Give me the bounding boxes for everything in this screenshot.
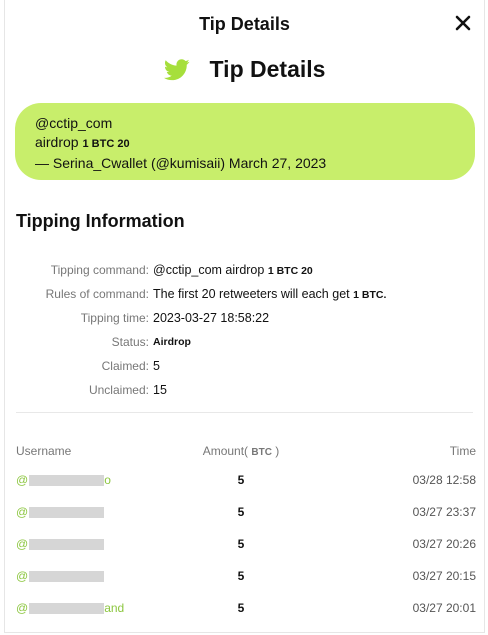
- status-badge: Airdrop: [153, 336, 191, 348]
- table-header: Username Amount( BTC ) Time: [16, 438, 476, 464]
- time-value: 03/27 23:37: [412, 505, 476, 519]
- table-row: @ and 5 03/27 20:01: [16, 592, 476, 624]
- twitter-bird-icon: [163, 58, 190, 80]
- info-row-claimed: Claimed: 5: [5, 354, 484, 378]
- tweet-line-attribution: — Serina_Cwallet (@kumisaii) March 27, 2…: [35, 155, 327, 171]
- username-link[interactable]: @: [16, 505, 166, 519]
- section-title: Tipping Information: [16, 211, 185, 231]
- header-time: Time: [449, 444, 476, 458]
- info-label: Unclaimed:: [88, 383, 149, 397]
- tweet-line-mention: @cctip_com: [35, 115, 113, 131]
- table-row: @ o 5 03/28 12:58: [16, 464, 476, 496]
- info-label: Tipping time:: [80, 311, 149, 325]
- info-value: 5: [153, 359, 160, 373]
- info-value: 2023-03-27 18:58:22: [153, 311, 270, 325]
- info-row-unclaimed: Unclaimed: 15: [5, 378, 484, 402]
- redacted-username: [29, 603, 105, 615]
- close-button[interactable]: [452, 12, 474, 34]
- tweet-quote: @cctip_com airdrop 1 BTC 20 — Serina_Cwa…: [15, 103, 475, 180]
- info-value: 15: [153, 383, 167, 397]
- headline-text: Tip Details: [209, 56, 326, 82]
- header-username: Username: [16, 444, 72, 458]
- username-link[interactable]: @: [16, 537, 166, 551]
- table-row: @ 5 03/27 20:26: [16, 528, 476, 560]
- time-value: 03/27 20:26: [412, 537, 476, 551]
- redacted-username: [29, 507, 105, 519]
- info-value: The first 20 retweeters will each get 1 …: [153, 287, 387, 301]
- amount-value: 5: [237, 601, 245, 615]
- tweet-line-command: airdrop 1 BTC 20: [35, 133, 455, 154]
- divider: [16, 412, 473, 413]
- amount-value: 5: [237, 505, 245, 519]
- info-value: @cctip_com airdrop 1 BTC 20: [153, 263, 313, 277]
- table-row: @ 5 03/27 20:15: [16, 560, 476, 592]
- table-row: @ 5 03/27 23:37: [16, 496, 476, 528]
- amount-value: 5: [237, 537, 245, 551]
- info-label: Tipping command:: [50, 263, 149, 277]
- tweet-command-prefix: airdrop: [35, 134, 79, 150]
- tweet-command-amount: 1 BTC 20: [82, 138, 130, 150]
- username-link[interactable]: @: [16, 569, 166, 583]
- redacted-username: [29, 571, 105, 583]
- info-label: Status:: [111, 335, 149, 349]
- time-value: 03/27 20:01: [412, 601, 476, 615]
- headline: Tip Details: [5, 56, 484, 83]
- redacted-username: [29, 475, 105, 487]
- username-link[interactable]: @ and: [16, 601, 166, 615]
- tip-details-modal: Tip Details Tip Details @cctip_com airdr…: [4, 0, 485, 633]
- redacted-username: [29, 539, 105, 551]
- info-label: Rules of command:: [45, 287, 149, 301]
- amount-value: 5: [237, 569, 245, 583]
- info-row-status: Status: Airdrop: [5, 330, 484, 354]
- time-value: 03/28 12:58: [412, 473, 476, 487]
- info-label: Claimed:: [101, 359, 149, 373]
- header-amount: Amount( BTC ): [202, 444, 280, 458]
- info-row-rules: Rules of command: The first 20 retweeter…: [5, 282, 484, 306]
- username-link[interactable]: @ o: [16, 473, 166, 487]
- info-row-command: Tipping command: @cctip_com airdrop 1 BT…: [5, 258, 484, 282]
- time-value: 03/27 20:15: [412, 569, 476, 583]
- amount-value: 5: [237, 473, 245, 487]
- claims-table: Username Amount( BTC ) Time @ o 5 03/28 1…: [16, 438, 476, 624]
- modal-title: Tip Details: [199, 14, 290, 34]
- tipping-info-list: Tipping command: @cctip_com airdrop 1 BT…: [5, 258, 484, 402]
- info-row-time: Tipping time: 2023-03-27 18:58:22: [5, 306, 484, 330]
- close-icon: [455, 15, 471, 31]
